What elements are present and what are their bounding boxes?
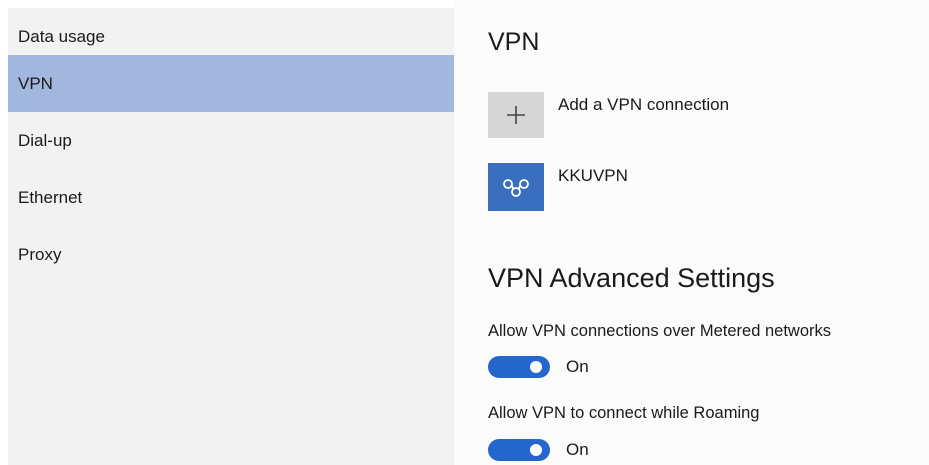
metered-networks-label: Allow VPN connections over Metered netwo…: [488, 322, 831, 340]
toggle-knob: [530, 361, 542, 373]
sidebar-item-label: Dial-up: [18, 130, 72, 150]
settings-sidebar: Data usage VPN Dial-up Ethernet Proxy: [8, 8, 454, 465]
roaming-state: On: [566, 440, 589, 459]
add-vpn-connection-button[interactable]: [488, 92, 544, 138]
roaming-toggle[interactable]: [488, 439, 550, 461]
sidebar-item-proxy[interactable]: Proxy: [8, 226, 454, 283]
sidebar-item-label: Ethernet: [18, 187, 83, 207]
vpn-connection-tile[interactable]: [488, 163, 544, 211]
plus-icon: [507, 106, 525, 124]
page-title: VPN: [488, 28, 540, 56]
vpn-connection-name[interactable]: KKUVPN: [558, 166, 628, 186]
vpn-settings-pane: VPN Add a VPN connection KKUVPN VPN Adva…: [454, 0, 929, 465]
sidebar-item-label: Data usage: [18, 26, 105, 46]
roaming-label: Allow VPN to connect while Roaming: [488, 404, 760, 422]
toggle-knob: [530, 444, 542, 456]
sidebar-item-label: VPN: [18, 73, 53, 93]
sidebar-item-vpn[interactable]: VPN: [8, 55, 454, 112]
sidebar-item-dial-up[interactable]: Dial-up: [8, 112, 454, 169]
sidebar-item-label: Proxy: [18, 244, 62, 264]
vpn-connection-icon: [503, 179, 529, 197]
advanced-settings-title: VPN Advanced Settings: [488, 263, 775, 293]
add-vpn-connection-label[interactable]: Add a VPN connection: [558, 95, 729, 115]
sidebar-item-ethernet[interactable]: Ethernet: [8, 169, 454, 226]
metered-networks-state: On: [566, 357, 589, 376]
metered-networks-toggle[interactable]: [488, 356, 550, 378]
